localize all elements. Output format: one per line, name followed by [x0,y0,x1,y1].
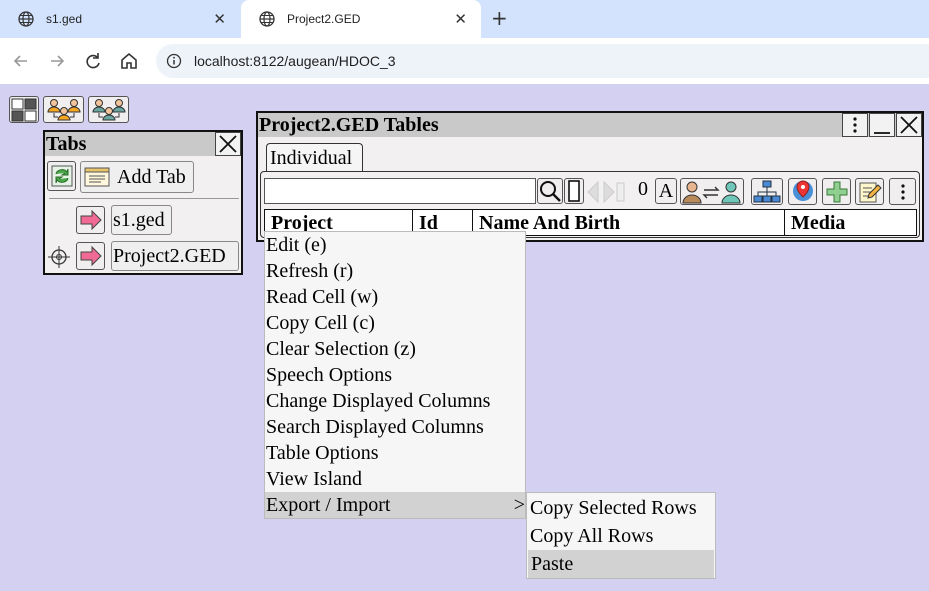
family-tree-button[interactable] [43,96,84,123]
tab-item-s1[interactable]: s1.ged [111,205,172,235]
address-bar[interactable]: localhost:8122/augean/HDOC_3 [156,44,929,78]
forward-icon[interactable] [46,50,68,72]
browser-tabbar: s1.ged ✕ Project2.GED ✕ + [0,0,929,38]
menu-item-read-cell[interactable]: Read Cell (w) [265,284,525,310]
close-panel-button[interactable] [215,132,241,156]
menu-item-copy-cell[interactable]: Copy Cell (c) [265,310,525,336]
table-menu-button[interactable] [889,178,916,205]
refresh-tabs-button[interactable] [47,161,76,191]
search-input[interactable] [264,178,536,204]
arrow-right-icon [80,209,102,231]
menu-item-view-island[interactable]: View Island [265,466,525,492]
globe-icon [18,11,34,27]
grid-icon [11,98,37,121]
menu-item-label: Export / Import [266,494,391,516]
tab-item-label: Project2.GED [113,244,226,267]
prev-next-icon[interactable] [586,180,626,204]
reload-icon[interactable] [82,50,104,72]
menu-item-paste[interactable]: Paste [528,550,714,578]
family-group-icon [91,98,126,120]
menu-item-copy-all-rows[interactable]: Copy All Rows [527,522,715,550]
edit-note-icon [859,182,882,202]
tabs-panel-title-bar: Tabs [45,132,241,156]
more-vertical-icon [900,183,905,200]
add-row-button[interactable] [822,178,851,205]
home-icon[interactable] [118,50,140,72]
more-vertical-icon [853,117,857,133]
browser-tab-project2[interactable]: Project2.GED ✕ [241,0,481,38]
swap-persons-icon [682,181,741,203]
family-people-icon [46,98,81,120]
back-icon[interactable] [10,50,32,72]
column-icon [568,180,580,202]
panel-menu-button[interactable] [842,113,868,137]
search-button[interactable] [537,178,563,204]
minimize-icon [874,132,890,134]
row-count: 0 [638,178,648,200]
swap-person-button[interactable] [680,178,744,205]
text-size-label: A [658,179,674,202]
url-text: localhost:8122/augean/HDOC_3 [194,53,396,69]
menu-item-refresh[interactable]: Refresh (r) [265,258,525,284]
menu-item-table-options[interactable]: Table Options [265,440,525,466]
add-tab-icon [84,167,110,187]
tabs-panel: Tabs Add Tab s1.ged Project2.GED [43,130,243,275]
tables-panel-title-bar: Project2.GED Tables [258,113,922,137]
tables-panel-title: Project2.GED Tables [259,113,439,136]
go-to-tab-button[interactable] [76,206,105,234]
browser-navbar: localhost:8122/augean/HDOC_3 [0,38,929,84]
menu-item-search-displayed-columns[interactable]: Search Displayed Columns [265,414,525,440]
plus-icon [826,181,847,202]
menu-item-export-import[interactable]: Export / Import > [265,492,525,518]
submenu-arrow: > [513,494,525,516]
tab-item-project2[interactable]: Project2.GED [111,241,239,271]
close-icon [219,135,237,153]
layout-grid-button[interactable] [9,96,39,123]
browser-tab-title: s1.ged [46,12,83,26]
menu-item-change-displayed-columns[interactable]: Change Displayed Columns [265,388,525,414]
tab-label: Individual [270,147,353,169]
tab-item-label: s1.ged [113,208,165,231]
go-to-tab-button[interactable] [76,242,105,270]
edit-notes-button[interactable] [855,178,884,205]
search-icon [540,181,561,202]
divider [49,198,239,199]
refresh-arrows-icon [51,165,72,187]
site-info-icon[interactable] [166,53,182,69]
tables-panel: Project2.GED Tables Individual 0 A Proje… [256,111,924,242]
context-menu: Edit (e) Refresh (r) Read Cell (w) Copy … [264,231,526,519]
export-import-submenu: Copy Selected Rows Copy All Rows Paste [526,492,716,579]
arrow-right-icon [80,245,102,267]
minimize-button[interactable] [869,113,895,137]
column-header-media[interactable]: Media [785,210,916,236]
globe-icon [259,11,275,27]
close-panel-button[interactable] [896,113,922,137]
crosshair-icon [48,246,70,268]
text-size-button[interactable]: A [655,178,677,204]
new-tab-icon[interactable]: + [491,6,508,30]
add-tab-button[interactable]: Add Tab [80,161,194,193]
column-select-button[interactable] [564,178,584,204]
menu-item-speech-options[interactable]: Speech Options [265,362,525,388]
menu-item-edit[interactable]: Edit (e) [265,232,525,258]
map-button[interactable] [788,178,817,205]
org-chart-icon [753,180,781,202]
menu-item-clear-selection[interactable]: Clear Selection (z) [265,336,525,362]
browser-tab-s1[interactable]: s1.ged ✕ [0,0,240,38]
add-tab-label: Add Tab [117,165,186,188]
tab-individual[interactable]: Individual [266,143,363,173]
tabs-panel-title: Tabs [46,132,87,155]
close-icon [900,116,918,134]
close-tab-icon[interactable]: ✕ [454,10,467,28]
close-tab-icon[interactable]: ✕ [213,10,226,28]
table-container: 0 A Project Id Name And Birth Media [260,171,920,238]
tree-view-button[interactable] [751,178,783,205]
menu-item-copy-selected-rows[interactable]: Copy Selected Rows [527,494,715,522]
family-group-button[interactable] [88,96,129,123]
browser-tab-title: Project2.GED [287,12,361,26]
map-pin-icon [792,179,813,201]
